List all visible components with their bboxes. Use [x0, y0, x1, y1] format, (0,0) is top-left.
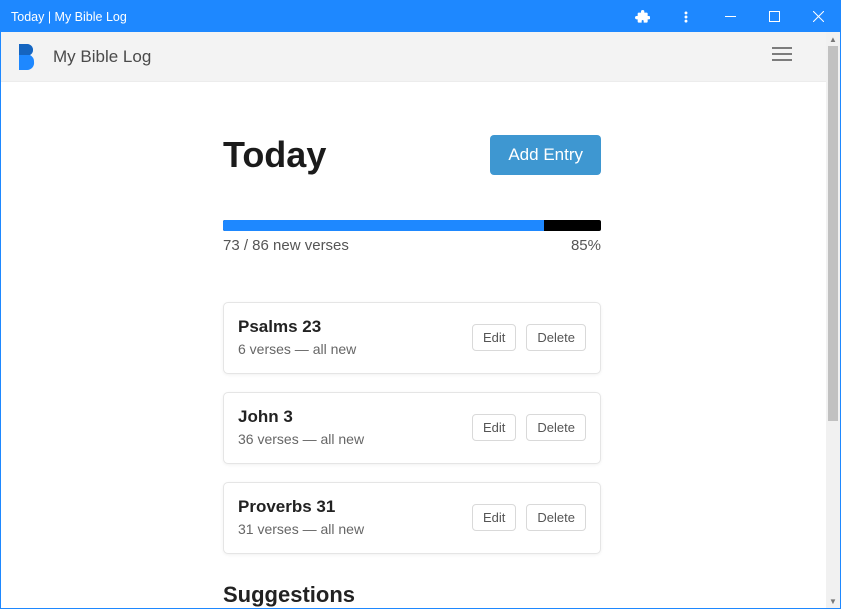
- edit-button[interactable]: Edit: [472, 414, 516, 441]
- entry-subtitle: 6 verses — all new: [238, 341, 472, 357]
- entry-title: John 3: [238, 407, 472, 427]
- minimize-button[interactable]: [708, 1, 752, 32]
- window-title: Today | My Bible Log: [11, 10, 127, 24]
- scroll-up-icon[interactable]: ▲: [826, 32, 840, 46]
- app-name: My Bible Log: [53, 47, 151, 67]
- extension-icon[interactable]: [620, 1, 664, 32]
- progress-section: 73 / 86 new verses 85%: [223, 220, 601, 254]
- progress-fill: [223, 220, 544, 231]
- entry-title: Psalms 23: [238, 317, 472, 337]
- entry-subtitle: 36 verses — all new: [238, 431, 472, 447]
- delete-button[interactable]: Delete: [526, 414, 586, 441]
- page-title: Today: [223, 134, 490, 176]
- more-vert-icon[interactable]: [664, 1, 708, 32]
- scroll-down-icon[interactable]: ▼: [826, 594, 840, 608]
- progress-bar: [223, 220, 601, 231]
- window-titlebar: Today | My Bible Log: [1, 1, 840, 32]
- entry-subtitle: 31 verses — all new: [238, 521, 472, 537]
- entry-card: John 3 36 verses — all newEdit Delete: [223, 392, 601, 464]
- content-viewport: Today Add Entry 73 / 86 new verses 85% P…: [1, 82, 826, 608]
- progress-percent: 85%: [571, 237, 601, 254]
- app-header: My Bible Log: [1, 32, 840, 82]
- delete-button[interactable]: Delete: [526, 324, 586, 351]
- suggestions-heading: Suggestions: [223, 582, 601, 608]
- progress-text: 73 / 86 new verses: [223, 237, 349, 254]
- entry-card: Psalms 23 6 verses — all newEdit Delete: [223, 302, 601, 374]
- menu-button[interactable]: [766, 41, 798, 72]
- entry-card: Proverbs 31 31 verses — all newEdit Delete: [223, 482, 601, 554]
- close-button[interactable]: [796, 1, 840, 32]
- vertical-scrollbar[interactable]: ▲ ▼: [826, 32, 840, 608]
- edit-button[interactable]: Edit: [472, 504, 516, 531]
- app-logo-icon: [15, 43, 37, 71]
- entry-title: Proverbs 31: [238, 497, 472, 517]
- scrollbar-thumb[interactable]: [828, 46, 838, 421]
- delete-button[interactable]: Delete: [526, 504, 586, 531]
- maximize-button[interactable]: [752, 1, 796, 32]
- edit-button[interactable]: Edit: [472, 324, 516, 351]
- add-entry-button[interactable]: Add Entry: [490, 135, 601, 175]
